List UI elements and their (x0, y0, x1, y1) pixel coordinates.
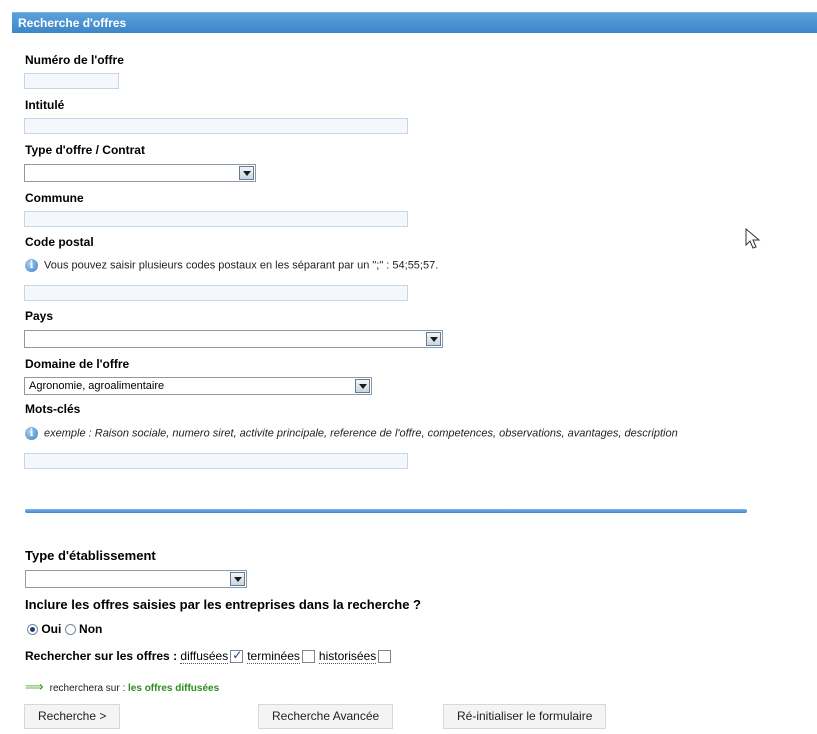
type-offre-label: Type d'offre / Contrat (25, 143, 145, 157)
code-postal-hint-text: Vous pouvez saisir plusieurs codes posta… (44, 259, 439, 272)
rechercher-sur-label: Rechercher sur les offres : (25, 649, 178, 663)
historisees-checkbox[interactable] (378, 650, 392, 664)
right-arrow-icon: ⟹ (25, 679, 44, 694)
section-title: Recherche d'offres (18, 16, 127, 30)
non-label: Non (79, 622, 103, 636)
commune-label: Commune (25, 191, 84, 205)
search-button[interactable]: Recherche > (24, 704, 121, 729)
mots-cles-input[interactable] (24, 453, 408, 469)
non-radio[interactable] (64, 624, 76, 636)
note-prefix: recherchera sur : (49, 683, 126, 694)
code-postal-input[interactable] (24, 285, 408, 301)
intitule-input[interactable] (24, 118, 408, 134)
section-header: Recherche d'offres (12, 12, 817, 33)
section-divider (25, 509, 747, 513)
search-note: ⟹ recherchera sur : les offres diffusées (25, 679, 219, 695)
chevron-down-icon[interactable] (239, 166, 254, 180)
chevron-down-icon[interactable] (355, 379, 370, 393)
terminees-checkbox[interactable] (301, 650, 315, 664)
mouse-cursor-icon (745, 228, 761, 249)
commune-input[interactable] (24, 211, 408, 227)
pays-label: Pays (25, 309, 54, 323)
chevron-down-icon[interactable] (230, 572, 245, 586)
domaine-value: Agronomie, agroalimentaire (29, 380, 165, 392)
advanced-search-button[interactable]: Recherche Avancée (258, 704, 394, 729)
info-icon: i (25, 427, 38, 440)
mots-cles-hint: i exemple : Raison sociale, numero siret,… (25, 427, 678, 440)
diffusees-label: diffusées (180, 649, 229, 664)
mots-cles-label: Mots-clés (25, 402, 81, 416)
numero-label: Numéro de l'offre (25, 53, 124, 67)
type-etab-select[interactable] (25, 570, 247, 588)
domaine-label: Domaine de l'offre (25, 357, 130, 371)
intitule-label: Intitulé (25, 98, 65, 112)
chevron-down-icon[interactable] (426, 332, 441, 346)
code-postal-hint: i Vous pouvez saisir plusieurs codes post… (25, 259, 438, 272)
pays-select[interactable] (24, 330, 443, 348)
numero-input[interactable] (24, 73, 119, 89)
type-etab-label: Type d'établissement (25, 548, 156, 563)
mots-cles-hint-text: exemple : Raison sociale, numero siret, … (44, 427, 678, 440)
inclure-options: Oui Non (27, 622, 102, 636)
historisees-label: historisées (318, 649, 377, 664)
note-value: les offres diffusées (128, 683, 220, 694)
terminees-label: terminées (247, 649, 300, 664)
inclure-label: Inclure les offres saisies par les entre… (25, 597, 421, 612)
code-postal-label: Code postal (25, 235, 94, 249)
reset-button[interactable]: Ré-initialiser le formulaire (443, 704, 607, 729)
diffusees-checkbox[interactable] (230, 648, 244, 664)
rechercher-sur-row: Rechercher sur les offres : diffusées ter… (25, 648, 395, 664)
oui-label: Oui (41, 622, 62, 636)
type-offre-select[interactable] (24, 164, 256, 182)
info-icon: i (25, 259, 38, 272)
domaine-select[interactable]: Agronomie, agroalimentaire (24, 377, 372, 395)
oui-radio[interactable] (27, 624, 38, 636)
